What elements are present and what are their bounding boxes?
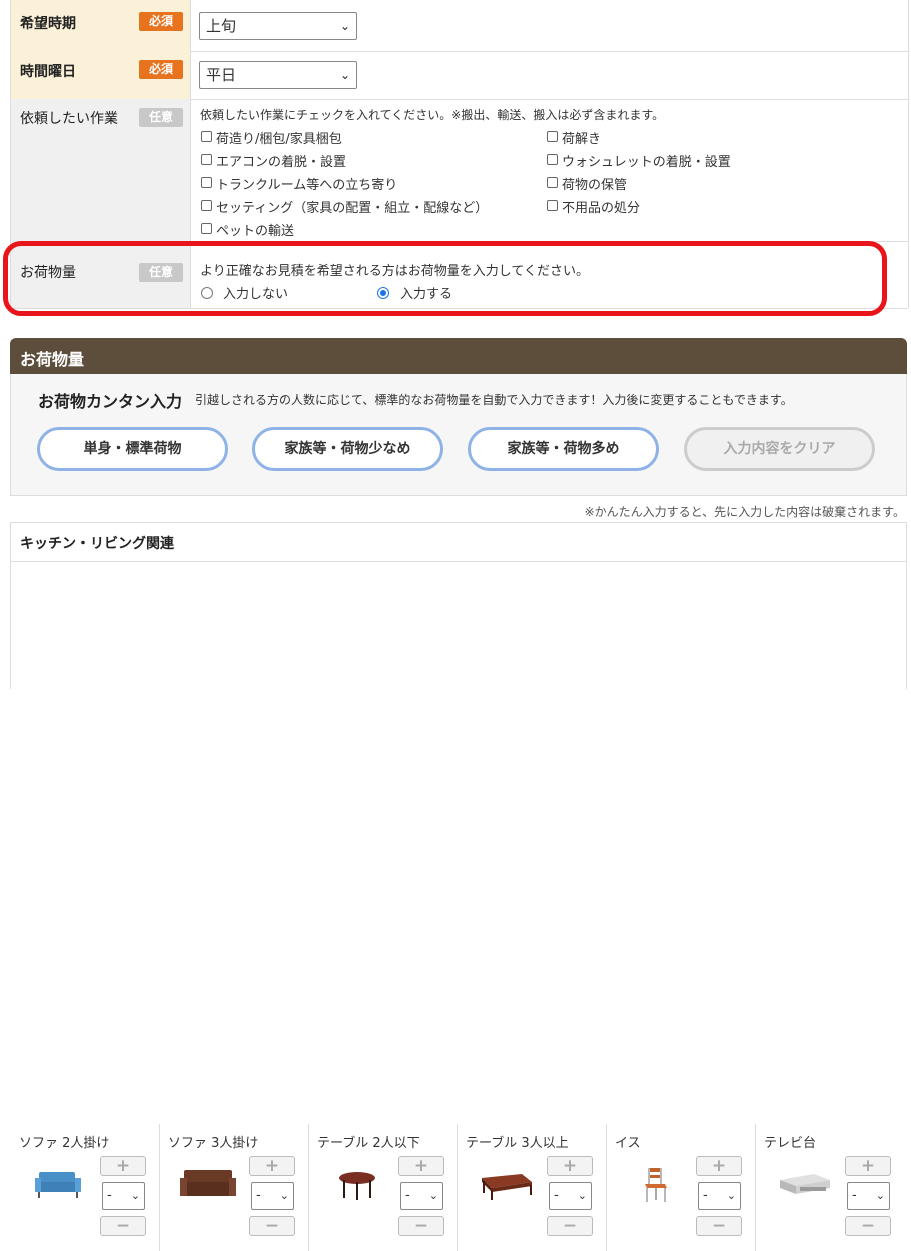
task-label: ペットの輸送 (216, 224, 295, 239)
quantity-select[interactable]: - ⌄ (400, 1182, 443, 1210)
select-value: 上旬 (206, 17, 237, 35)
task-checkbox[interactable] (547, 131, 558, 142)
chevron-down-icon: ⌄ (577, 1189, 587, 1202)
field-label: 時間曜日 (20, 64, 76, 80)
desired-period-select[interactable]: 上旬 ⌄ (199, 12, 357, 40)
quantity-select[interactable]: - ⌄ (251, 1182, 294, 1210)
qty-value: - (703, 1188, 708, 1203)
required-badge: 必須 (139, 60, 183, 79)
task-checkbox[interactable] (547, 200, 558, 211)
task-checkbox[interactable] (201, 177, 212, 188)
plus-button[interactable]: + (100, 1156, 146, 1176)
task-label: エアコンの着脱・設置 (216, 155, 347, 170)
quantity-select[interactable]: - ⌄ (102, 1182, 145, 1210)
chair-icon (645, 1168, 667, 1202)
task-label: 荷解き (562, 132, 602, 147)
qty-value: - (852, 1188, 857, 1203)
quick-input-title: お荷物カンタン入力 (38, 392, 183, 411)
quantity-select[interactable]: - ⌄ (847, 1182, 890, 1210)
item-name: ソファ 2人掛け (19, 1136, 110, 1151)
plus-button[interactable]: + (696, 1156, 742, 1176)
chevron-down-icon: ⌄ (279, 1189, 289, 1202)
qty-value: - (256, 1188, 261, 1203)
minus-button[interactable]: − (398, 1216, 444, 1236)
chevron-down-icon: ⌄ (726, 1189, 736, 1202)
minus-button[interactable]: − (845, 1216, 891, 1236)
minus-button[interactable]: − (100, 1216, 146, 1236)
quantity-select[interactable]: - ⌄ (549, 1182, 592, 1210)
row-label-cell: 希望時期 必須 (11, 0, 191, 51)
luggage-panel-header: お荷物量 (10, 338, 907, 374)
item-chair: イス + - ⌄ − (607, 1124, 756, 1251)
time-day-select[interactable]: 平日 ⌄ (199, 61, 357, 89)
item-name: テーブル 2人以下 (317, 1136, 420, 1151)
chevron-down-icon: ⌄ (339, 19, 350, 33)
panel-title: お荷物量 (20, 350, 85, 369)
quantity-select[interactable]: - ⌄ (698, 1182, 741, 1210)
qty-value: - (554, 1188, 559, 1203)
optional-badge: 任意 (139, 108, 183, 127)
field-label: 依頼したい作業 (20, 111, 118, 127)
row-label-cell: 依頼したい作業 任意 (11, 99, 191, 241)
row-time-day: 時間曜日 必須 平日 ⌄ (11, 51, 908, 100)
task-label: 荷物の保管 (562, 178, 628, 193)
plus-button[interactable]: + (398, 1156, 444, 1176)
item-sofa-3: ソファ 3人掛け + - ⌄ − (160, 1124, 309, 1251)
task-label: トランクルーム等への立ち寄り (216, 178, 398, 193)
item-name: テーブル 3人以上 (466, 1136, 569, 1151)
task-checkbox[interactable] (201, 154, 212, 165)
item-name: イス (615, 1136, 641, 1151)
item-name: テレビ台 (764, 1136, 817, 1151)
minus-button[interactable]: − (249, 1216, 295, 1236)
sofa-2-icon (35, 1172, 81, 1198)
item-tv-stand: テレビ台 + - ⌄ − (756, 1124, 905, 1251)
minus-button[interactable]: − (696, 1216, 742, 1236)
item-name: ソファ 3人掛け (168, 1136, 259, 1151)
required-badge: 必須 (139, 12, 183, 31)
select-value: 平日 (206, 66, 237, 84)
task-label: セッティング（家具の配置・組立・配線など） (216, 201, 489, 216)
task-label: ウォシュレットの着脱・設置 (562, 155, 731, 170)
task-checkbox[interactable] (201, 200, 212, 211)
furniture-grid: ソファ 2人掛け + - ⌄ − ソファ 3人掛け + - ⌄ − テーブル 2人以… (10, 562, 907, 1251)
low-table-icon (482, 1174, 532, 1200)
task-label: 荷造り/梱包/家具梱包 (216, 132, 342, 147)
task-checkbox[interactable] (201, 131, 212, 142)
plus-button[interactable]: + (547, 1156, 593, 1176)
sofa-3-icon (180, 1170, 236, 1196)
chevron-down-icon: ⌄ (339, 68, 350, 82)
kitchen-living-section-header: キッチン・リビング関連 (10, 522, 907, 562)
chevron-down-icon: ⌄ (428, 1189, 438, 1202)
row-requested-tasks: 依頼したい作業 任意 依頼したい作業にチェックを入れてください。※搬出、輸送、搬… (11, 99, 908, 242)
item-table-small: テーブル 2人以下 + - ⌄ − (309, 1124, 458, 1251)
chevron-down-icon: ⌄ (130, 1189, 140, 1202)
plus-button[interactable]: + (845, 1156, 891, 1176)
row-desired-period: 希望時期 必須 上旬 ⌄ (11, 0, 908, 52)
clear-input-button[interactable]: 入力内容をクリア (684, 427, 875, 471)
task-checkbox[interactable] (201, 223, 212, 234)
quick-input-description: 引越しされる方の人数に応じて、標準的なお荷物量を自動で入力できます！入力後に変更… (195, 393, 793, 407)
quick-input-note: ※かんたん入力すると、先に入力した内容は破棄されます。 (584, 505, 905, 519)
qty-value: - (107, 1188, 112, 1203)
family-more-button[interactable]: 家族等・荷物多め (468, 427, 659, 471)
plus-button[interactable]: + (249, 1156, 295, 1176)
item-sofa-2: ソファ 2人掛け + - ⌄ − (11, 1124, 160, 1251)
item-table-large: テーブル 3人以上 + - ⌄ − (458, 1124, 607, 1251)
task-checkbox[interactable] (547, 154, 558, 165)
chevron-down-icon: ⌄ (875, 1189, 885, 1202)
row-label-cell: 時間曜日 必須 (11, 51, 191, 99)
tv-stand-icon (780, 1174, 830, 1194)
section-title: キッチン・リビング関連 (20, 536, 174, 552)
round-table-icon (339, 1172, 375, 1200)
single-standard-button[interactable]: 単身・標準荷物 (37, 427, 228, 471)
minus-button[interactable]: − (547, 1216, 593, 1236)
task-checkbox[interactable] (547, 177, 558, 188)
task-label: 不用品の処分 (562, 201, 641, 216)
family-less-button[interactable]: 家族等・荷物少なめ (252, 427, 443, 471)
field-label: 希望時期 (20, 16, 76, 32)
highlight-annotation (3, 241, 887, 316)
qty-value: - (405, 1188, 410, 1203)
tasks-instruction: 依頼したい作業にチェックを入れてください。※搬出、輸送、搬入は必ず含まれます。 (200, 108, 665, 122)
